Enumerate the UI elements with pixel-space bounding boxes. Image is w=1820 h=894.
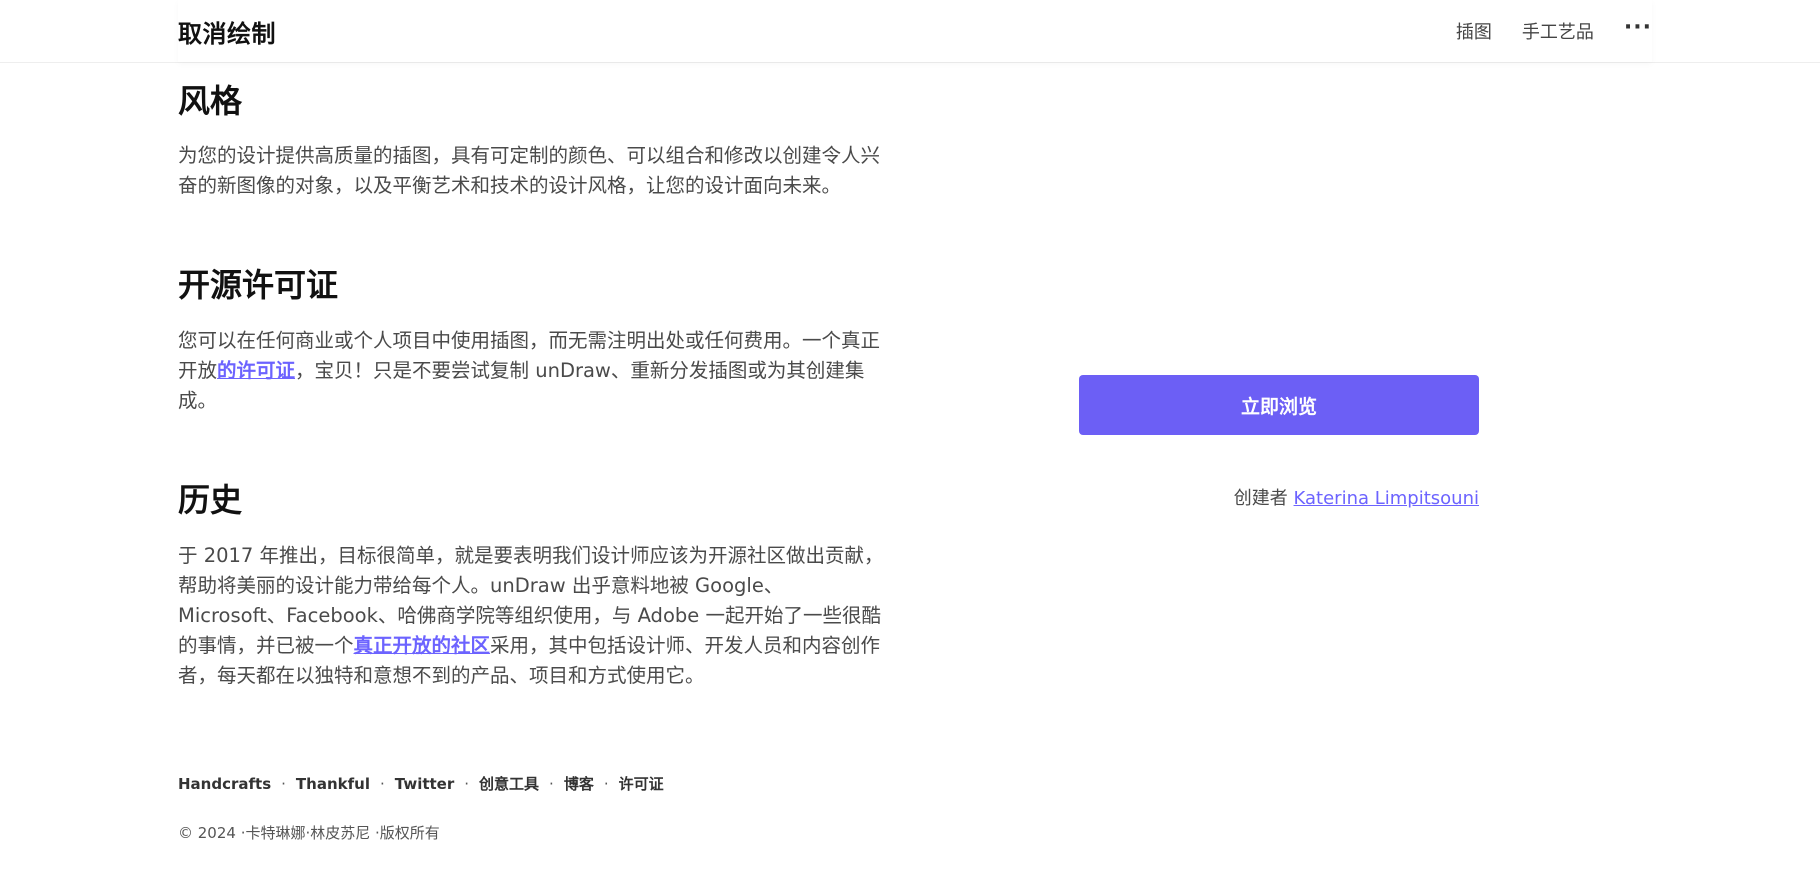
section-title-license: 开源许可证 (178, 266, 339, 304)
section-text-history: 于 2017 年推出，目标很简单，就是要表明我们设计师应该为开源社区做出贡献，帮… (178, 541, 888, 691)
footer-separator: · (464, 774, 470, 793)
section-title-style: 风格 (178, 82, 243, 120)
main-nav: 插图 手工艺品 ··· (1456, 15, 1652, 44)
footer-link-thankful[interactable]: Thankful (296, 775, 370, 793)
brand-logo[interactable]: 取消绘制 (178, 14, 276, 49)
copyright-notice: © 2024 ·卡特琳娜·林皮苏尼 ·版权所有 (178, 824, 440, 842)
footer-separator: · (549, 774, 554, 793)
open-community-link[interactable]: 真正开放的社区 (354, 634, 491, 657)
footer-link-handcrafts[interactable]: Handcrafts (178, 775, 271, 793)
footer-separator: · (281, 774, 286, 793)
creator-name-link[interactable]: Katerina Limpitsouni (1294, 488, 1479, 509)
top-navigation-inner: 取消绘制 插图 手工艺品 ··· (178, 0, 1652, 62)
creator-credit: 创建者 Katerina Limpitsouni (1079, 484, 1479, 510)
footer-link-creative-tools[interactable]: 创意工具 (479, 773, 539, 794)
license-link[interactable]: 的许可证 (217, 359, 295, 382)
footer-separator: · (603, 774, 609, 793)
section-title-history: 历史 (178, 481, 243, 519)
footer-separator: · (379, 774, 385, 793)
section-text-style: 为您的设计提供高质量的插图，具有可定制的颜色、可以组合和修改以创建令人兴奋的新图… (178, 144, 881, 197)
creator-prefix: 创建者 (1233, 488, 1288, 509)
footer-link-blog[interactable]: 博客 (564, 773, 594, 794)
section-text-license: 您可以在任何商业或个人项目中使用插图，而无需注明出处或任何费用。一个真正开放的许… (178, 326, 888, 416)
nav-link-illustrations[interactable]: 插图 (1456, 18, 1492, 44)
footer-link-license[interactable]: 许可证 (619, 773, 664, 794)
nav-link-handcrafts[interactable]: 手工艺品 (1522, 18, 1594, 44)
footer-links: Handcrafts · Thankful · Twitter · 创意工具 ·… (178, 773, 664, 794)
browse-now-button[interactable]: 立即浏览 (1079, 375, 1479, 435)
top-navigation-bar: 取消绘制 插图 手工艺品 ··· (0, 0, 1820, 63)
more-options-icon[interactable]: ··· (1624, 15, 1652, 40)
footer-link-twitter[interactable]: Twitter (395, 775, 455, 793)
